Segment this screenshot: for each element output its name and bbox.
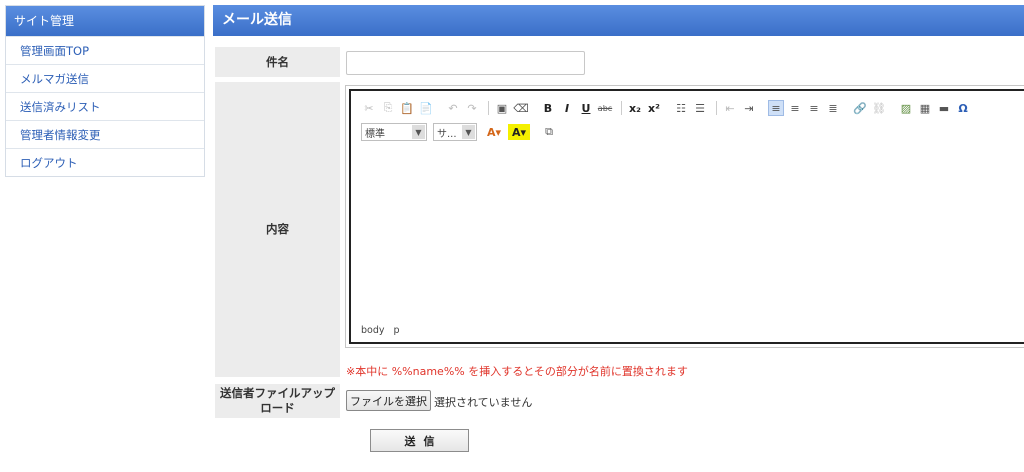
page-title: メール送信 bbox=[213, 5, 1024, 36]
rich-text-editor[interactable]: ✂ ⎘ 📋 📄 ↶ ↷ ▣ ⌫ B I U abc x₂ x² ☷ ☰ ⇤ ⇥ … bbox=[349, 89, 1024, 344]
sidebar-item-admin-top[interactable]: 管理画面TOP bbox=[6, 36, 204, 64]
copy-icon[interactable]: ⎘ bbox=[380, 100, 396, 116]
sidebar-item-logout[interactable]: ログアウト bbox=[6, 148, 204, 176]
text-color-icon[interactable]: A▾ bbox=[483, 124, 505, 140]
background-color-icon[interactable]: A▾ bbox=[508, 124, 530, 140]
ordered-list-icon[interactable]: ☷ bbox=[673, 100, 689, 116]
align-left-icon[interactable]: ≡ bbox=[768, 100, 784, 116]
placeholder-note: ※本中に %%name%% を挿入するとその部分が名前に置換されます bbox=[346, 365, 688, 378]
select-all-icon[interactable]: ▣ bbox=[494, 100, 510, 116]
format-select-value: 標準 bbox=[365, 128, 385, 140]
outdent-icon[interactable]: ⇤ bbox=[722, 100, 738, 116]
subject-label: 件名 bbox=[215, 47, 340, 77]
chevron-down-icon: ▼ bbox=[462, 125, 475, 139]
cut-icon[interactable]: ✂ bbox=[361, 100, 377, 116]
font-size-select-value: サ... bbox=[437, 128, 457, 140]
font-size-select[interactable]: サ... ▼ bbox=[433, 123, 477, 141]
editor-toolbar-row-2: 標準 ▼ サ... ▼ A▾ A▾ ⧉ bbox=[361, 123, 560, 141]
indent-icon[interactable]: ⇥ bbox=[741, 100, 757, 116]
underline-icon[interactable]: U bbox=[578, 100, 594, 116]
status-path-p[interactable]: p bbox=[394, 325, 400, 336]
italic-icon[interactable]: I bbox=[559, 100, 575, 116]
superscript-icon[interactable]: x² bbox=[646, 100, 662, 116]
sidebar-item-sent-list[interactable]: 送信済みリスト bbox=[6, 92, 204, 120]
subject-input[interactable] bbox=[346, 51, 585, 75]
align-center-icon[interactable]: ≡ bbox=[787, 100, 803, 116]
submit-button[interactable]: 送信 bbox=[370, 429, 469, 452]
unlink-icon[interactable]: ⛓ bbox=[871, 100, 887, 116]
sidebar-item-newsletter-send[interactable]: メルマガ送信 bbox=[6, 64, 204, 92]
editor-statusbar: body p bbox=[361, 325, 406, 336]
horizontal-rule-icon[interactable]: ▬ bbox=[936, 100, 952, 116]
source-code-icon[interactable]: ⧉ bbox=[541, 124, 557, 140]
format-select[interactable]: 標準 ▼ bbox=[361, 123, 427, 141]
editor-toolbar-row-1: ✂ ⎘ 📋 📄 ↶ ↷ ▣ ⌫ B I U abc x₂ x² ☷ ☰ ⇤ ⇥ … bbox=[361, 99, 974, 117]
file-status-text: 選択されていません bbox=[434, 396, 533, 409]
subscript-icon[interactable]: x₂ bbox=[627, 100, 643, 116]
file-upload-label: 送信者ファイルアップロード bbox=[215, 384, 340, 418]
align-right-icon[interactable]: ≡ bbox=[806, 100, 822, 116]
chevron-down-icon: ▼ bbox=[412, 125, 425, 139]
unordered-list-icon[interactable]: ☰ bbox=[692, 100, 708, 116]
special-char-icon[interactable]: Ω bbox=[955, 100, 971, 116]
eraser-icon[interactable]: ⌫ bbox=[513, 100, 529, 116]
sidebar-title: サイト管理 bbox=[6, 6, 204, 36]
paste-icon[interactable]: 📋 bbox=[399, 100, 415, 116]
image-icon[interactable]: ▨ bbox=[898, 100, 914, 116]
table-icon[interactable]: ▦ bbox=[917, 100, 933, 116]
choose-file-button[interactable]: ファイルを選択 bbox=[346, 390, 431, 411]
paste-word-icon[interactable]: 📄 bbox=[418, 100, 434, 116]
redo-icon[interactable]: ↷ bbox=[464, 100, 480, 116]
strikethrough-icon[interactable]: abc bbox=[597, 100, 613, 116]
sidebar-item-admin-info[interactable]: 管理者情報変更 bbox=[6, 120, 204, 148]
align-justify-icon[interactable]: ≣ bbox=[825, 100, 841, 116]
link-icon[interactable]: 🔗 bbox=[852, 100, 868, 116]
status-path-body[interactable]: body bbox=[361, 325, 385, 336]
undo-icon[interactable]: ↶ bbox=[445, 100, 461, 116]
bold-icon[interactable]: B bbox=[540, 100, 556, 116]
sidebar: サイト管理 管理画面TOP メルマガ送信 送信済みリスト 管理者情報変更 ログア… bbox=[5, 5, 205, 177]
body-label: 内容 bbox=[215, 82, 340, 377]
